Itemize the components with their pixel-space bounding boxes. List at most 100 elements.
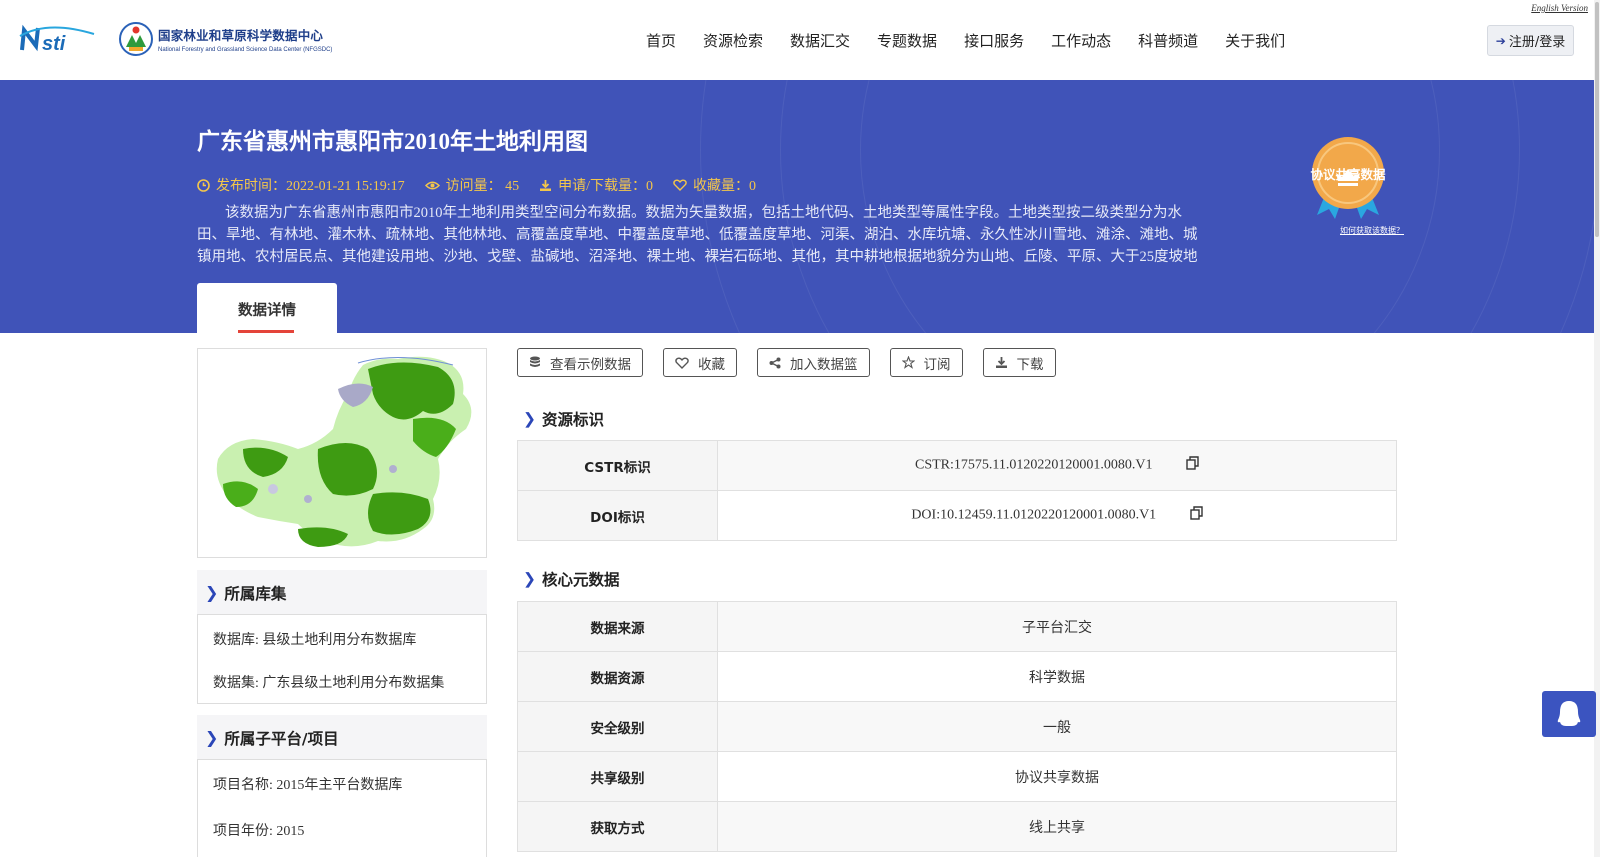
nfgsdc-logo[interactable]: 国家林业和草原科学数据中心 National Forestry and Gras… (118, 21, 332, 57)
login-button[interactable]: ➔ 注册/登录 (1487, 25, 1574, 56)
doi-value-cell: DOI:10.12459.11.0120220120001.0080.V1 (717, 490, 1397, 541)
download-count-text: 申请/下载量：0 (558, 179, 653, 194)
dataset-title: 广东省惠州市惠阳市2010年土地利用图 (197, 129, 588, 154)
tab-label: 数据详情 (238, 303, 296, 319)
logo-subtitle: National Forestry and Grassland Science … (158, 47, 333, 53)
cstr-value: CSTR:17575.11.0120220120001.0080.V1 (915, 457, 1153, 473)
heart-icon (675, 357, 689, 369)
download-button[interactable]: 下载 (982, 348, 1056, 377)
add-to-basket-label: 加入数据篮 (790, 356, 858, 373)
chevron-right-icon: ❯ (523, 410, 536, 428)
metadata-value: 子平台汇交 (717, 601, 1397, 652)
site-header: English Version sti 国家林业和草原科学数据中心 Nation… (0, 0, 1600, 80)
dataset-meta: 发布时间：2022-01-21 15:19:17 访问量： 45 申请/下载量：… (197, 175, 776, 195)
project-name: 项目名称: 2015年主平台数据库 (213, 778, 403, 793)
project-year: 项目年份: 2015 (213, 824, 305, 839)
subscribe-label: 订阅 (923, 356, 951, 373)
core-metadata-title: 核心元数据 (542, 571, 620, 589)
table-row: 共享级别 协议共享数据 (517, 751, 1397, 802)
identifiers-table: CSTR标识 CSTR:17575.11.0120220120001.0080.… (517, 440, 1397, 541)
cstr-value-cell: CSTR:17575.11.0120220120001.0080.V1 (717, 440, 1397, 491)
collection-heading: ❯ 所属库集 (197, 570, 487, 615)
subscribe-button[interactable]: 订阅 (889, 348, 963, 377)
table-row: 安全级别 一般 (517, 701, 1397, 752)
english-version-link[interactable]: English Version (1531, 3, 1588, 13)
clock-icon (197, 178, 210, 192)
table-row: CSTR标识 CSTR:17575.11.0120220120001.0080.… (517, 440, 1397, 491)
doi-value: DOI:10.12459.11.0120220120001.0080.V1 (911, 507, 1157, 523)
eye-icon (424, 181, 440, 189)
platform-title: 所属子平台/项目 (224, 729, 339, 748)
how-to-get-data-link[interactable]: 如何获取该数据？ (1340, 225, 1404, 236)
dataset-banner: 广东省惠州市惠阳市2010年土地利用图 发布时间：2022-01-21 15:1… (0, 80, 1594, 333)
nav-home[interactable]: 首页 (646, 30, 676, 51)
doi-key: DOI标识 (517, 490, 718, 541)
identifiers-title: 资源标识 (542, 411, 605, 429)
svg-text:sti: sti (42, 33, 66, 54)
dataset-thumbnail[interactable] (197, 348, 487, 558)
main-nav: 首页 资源检索 数据汇交 专题数据 接口服务 工作动态 科普频道 关于我们 (646, 30, 1312, 51)
copy-icon[interactable] (1186, 456, 1199, 475)
metadata-key: 数据来源 (517, 601, 718, 652)
login-icon: ➔ (1495, 33, 1506, 48)
nav-api-service[interactable]: 接口服务 (964, 30, 1024, 51)
chevron-right-icon: ❯ (205, 728, 219, 747)
nav-topic-data[interactable]: 专题数据 (877, 30, 937, 51)
nfgsdc-emblem-icon (119, 22, 153, 56)
platform-heading: ❯ 所属子平台/项目 (197, 715, 487, 760)
visit-count: 访问量： 45 (424, 175, 520, 195)
publish-time: 发布时间：2022-01-21 15:19:17 (197, 175, 405, 195)
core-metadata-heading: ❯ 核心元数据 (523, 568, 620, 590)
dataset-link[interactable]: 数据集: 广东县级土地利用分布数据集 (198, 649, 486, 692)
chevron-right-icon: ❯ (523, 570, 536, 588)
tab-active-indicator (238, 330, 294, 333)
login-label: 注册/登录 (1508, 35, 1566, 50)
favorite-count-text: 收藏量：0 (693, 179, 756, 194)
star-icon (901, 356, 915, 369)
qq-contact-button[interactable] (1542, 691, 1596, 737)
logo-title: 国家林业和草原科学数据中心 (158, 28, 324, 43)
scrollbar-thumb[interactable] (1595, 2, 1599, 237)
table-row: 数据来源 子平台汇交 (517, 601, 1397, 652)
download-label: 下载 (1016, 356, 1044, 373)
qq-penguin-icon (1557, 701, 1581, 726)
metadata-key: 安全级别 (517, 701, 718, 752)
nav-work-news[interactable]: 工作动态 (1051, 30, 1111, 51)
visit-count-text: 访问量： 45 (445, 179, 520, 194)
metadata-value: 科学数据 (717, 651, 1397, 702)
dataset-description: 该数据为广东省惠州市惠阳市2010年土地利用类型空间分布数据。数据为矢量数据，包… (197, 205, 1198, 265)
land-use-map-image (216, 356, 472, 547)
platform-box: 项目名称: 2015年主平台数据库 项目年份: 2015 (197, 759, 487, 857)
nav-data-submission[interactable]: 数据汇交 (790, 30, 850, 51)
nav-resource-search[interactable]: 资源检索 (703, 30, 763, 51)
copy-icon[interactable] (1189, 506, 1203, 525)
cstr-key: CSTR标识 (517, 440, 718, 491)
tab-data-details[interactable]: 数据详情 (197, 283, 337, 333)
view-sample-label: 查看示例数据 (550, 356, 631, 373)
database-link[interactable]: 数据库: 县级土地利用分布数据库 (198, 615, 486, 649)
metadata-value: 一般 (717, 701, 1397, 752)
add-to-basket-button[interactable]: 加入数据篮 (757, 348, 870, 377)
favorite-label: 收藏 (698, 356, 725, 373)
collection-title: 所属库集 (224, 584, 287, 603)
nsti-logo[interactable]: sti (18, 22, 98, 59)
identifiers-heading: ❯ 资源标识 (523, 408, 604, 430)
action-bar: 查看示例数据 收藏 加入数据篮 订阅 下载 (517, 348, 1076, 377)
heart-icon (673, 179, 687, 191)
core-metadata-table: 数据来源 子平台汇交 数据资源 科学数据 安全级别 一般 共享级别 协议共享数据… (517, 601, 1397, 852)
share-icon (769, 357, 781, 368)
view-sample-button[interactable]: 查看示例数据 (517, 348, 643, 377)
metadata-value: 协议共享数据 (717, 751, 1397, 802)
chevron-right-icon: ❯ (205, 583, 219, 602)
table-row: 获取方式 线上共享 (517, 801, 1397, 852)
metadata-key: 获取方式 (517, 801, 718, 852)
database-icon (530, 356, 540, 367)
nav-science-channel[interactable]: 科普频道 (1138, 30, 1198, 51)
favorite-count: 收藏量：0 (673, 175, 756, 195)
share-badge: 协议共享数据 (1305, 135, 1391, 219)
nav-about-us[interactable]: 关于我们 (1225, 30, 1285, 51)
badge-text: 协议共享数据 (1310, 167, 1386, 182)
favorite-button[interactable]: 收藏 (663, 348, 737, 377)
publish-time-text: 发布时间：2022-01-21 15:19:17 (216, 179, 405, 194)
table-row: DOI标识 DOI:10.12459.11.0120220120001.0080… (517, 490, 1397, 541)
